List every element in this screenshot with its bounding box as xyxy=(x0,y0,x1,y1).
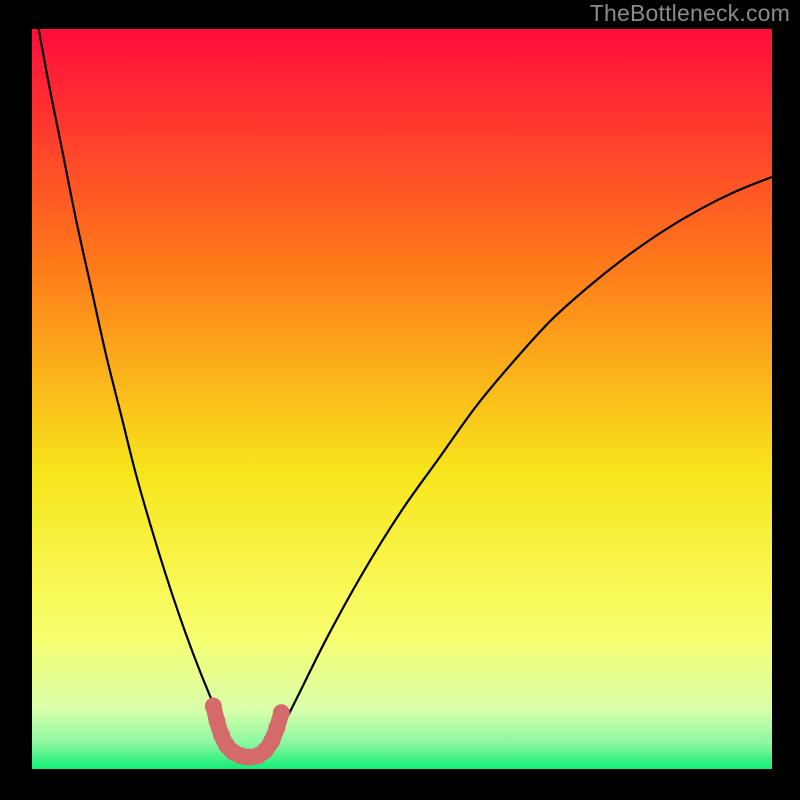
plot-area xyxy=(32,29,772,769)
chart-stage: TheBottleneck.com xyxy=(0,0,800,800)
plot-svg xyxy=(32,29,772,769)
gradient-background xyxy=(32,29,772,769)
curve-marker xyxy=(205,698,222,715)
watermark-text: TheBottleneck.com xyxy=(590,0,790,27)
curve-marker xyxy=(268,719,285,736)
curve-marker xyxy=(273,704,290,721)
